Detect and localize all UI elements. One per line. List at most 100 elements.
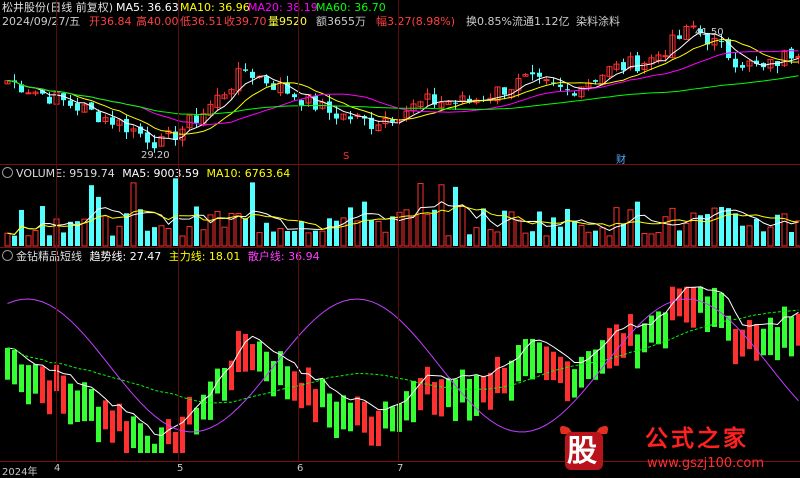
indicator-bar (68, 383, 73, 425)
volume-bar-down (726, 208, 731, 246)
indicator-bar (33, 364, 38, 394)
candle-body-down (313, 95, 318, 110)
volume-panel[interactable]: VOLUME: 9519.74 MA5: 9003.59 MA10: 6763.… (0, 165, 800, 247)
low-price-mark: 29.20 (141, 150, 170, 161)
volume-bar-down (110, 235, 115, 246)
candle-body-down (635, 55, 640, 72)
volume-bar-up (424, 213, 431, 247)
indicator-bar (628, 314, 633, 346)
volume-bar-up (354, 220, 361, 247)
indicator-bar (334, 401, 339, 439)
volume-bar-down (334, 220, 339, 246)
indicator-bar (12, 349, 17, 385)
indicator-bar (26, 365, 31, 405)
indicator-bar (40, 366, 45, 404)
indicator-bar (390, 406, 395, 432)
indicator-bar (138, 423, 143, 453)
indicator-bar (677, 288, 682, 317)
volume-bar-down (194, 206, 199, 246)
indicator-bar (152, 443, 157, 453)
candle-body-down (68, 100, 73, 106)
volume-bar-up (305, 232, 312, 247)
volume-bar-up (375, 221, 382, 247)
indicator-bar (82, 382, 87, 422)
indicator-bar (257, 341, 262, 372)
indicator-bar (110, 410, 115, 443)
volume-bar-up (494, 231, 501, 247)
indicator-bar (558, 356, 563, 384)
volume-bar-up (186, 226, 193, 247)
indicator-bar (509, 360, 514, 401)
volume-bar-down (96, 196, 101, 246)
indicator-bar (761, 328, 766, 356)
indicator-bar (327, 393, 332, 428)
volume-bar-down (453, 186, 458, 246)
indicator-bar (663, 312, 668, 349)
candle-body-down (593, 80, 598, 82)
ma20-line (7, 50, 799, 125)
indicator-bar (355, 396, 360, 426)
candle-body-down (677, 35, 682, 39)
axis-label-april: 4 (54, 463, 61, 474)
volume-bar-down (677, 230, 682, 246)
candle-body-down (243, 69, 248, 71)
candle-body-down (334, 113, 339, 119)
volume-bar-down (271, 231, 276, 246)
indicator-bar (250, 344, 255, 371)
volume-bar-down (432, 209, 437, 246)
candle-body-down (264, 76, 269, 84)
indicator-bar (96, 406, 101, 443)
indicator-bar (754, 324, 759, 361)
indicator-bar (775, 327, 780, 361)
indicator-bar (649, 315, 654, 343)
indicator-bar (747, 320, 752, 350)
volume-bar-up (410, 215, 417, 247)
volume-bar-down (740, 225, 745, 246)
volume-bar-up (515, 219, 522, 247)
indicator-bar (439, 379, 444, 417)
indicator-bar (642, 323, 647, 353)
indicator-bar (446, 377, 451, 408)
volume-bar-up (179, 235, 186, 247)
indicator-bar (544, 346, 549, 381)
volume-bar-up (221, 226, 228, 247)
indicator-bar (313, 389, 318, 423)
volume-bar-up (487, 229, 494, 247)
volume-bars[interactable] (0, 165, 800, 247)
candle-body-down (719, 41, 724, 43)
volume-bar-up (662, 216, 669, 247)
indicator-bar (376, 410, 381, 447)
volume-bar-down (327, 218, 332, 246)
volume-bar-up (767, 226, 774, 247)
candlestick-chart[interactable] (0, 0, 800, 164)
indicator-bar (236, 330, 241, 373)
indicator-bar (159, 427, 164, 453)
indicator-bar (285, 366, 290, 400)
volume-bar-up (25, 235, 32, 247)
volume-bar-down (621, 223, 626, 246)
volume-bar-up (459, 205, 466, 247)
candle-body-down (250, 71, 255, 78)
volume-bar-down (761, 231, 766, 246)
candle-body-down (47, 96, 52, 104)
volume-bar-up (403, 209, 410, 247)
price-panel[interactable]: 松井股份(日线 前复权) MA5: 36.63 MA10: 36.96 MA20… (0, 0, 800, 166)
volume-bar-up (522, 232, 529, 247)
volume-bar-up (508, 211, 515, 247)
axis-label-july: 7 (397, 463, 404, 474)
candle-body-down (348, 116, 353, 120)
volume-bar-up (4, 232, 11, 247)
volume-bar-up (116, 225, 123, 247)
volume-bar-down (789, 231, 794, 246)
axis-label-may: 5 (177, 463, 184, 474)
indicator-bar (341, 395, 346, 430)
event-marker-s[interactable]: S (343, 151, 349, 162)
indicator-bar (348, 402, 353, 432)
indicator-bar (124, 421, 129, 453)
indicator-bar (145, 435, 150, 453)
candle-body-down (502, 87, 507, 95)
watermark-char: 股 (567, 434, 597, 469)
indicator-bar (404, 391, 409, 421)
volume-bar-up (32, 230, 39, 247)
ma5-line (7, 31, 799, 141)
